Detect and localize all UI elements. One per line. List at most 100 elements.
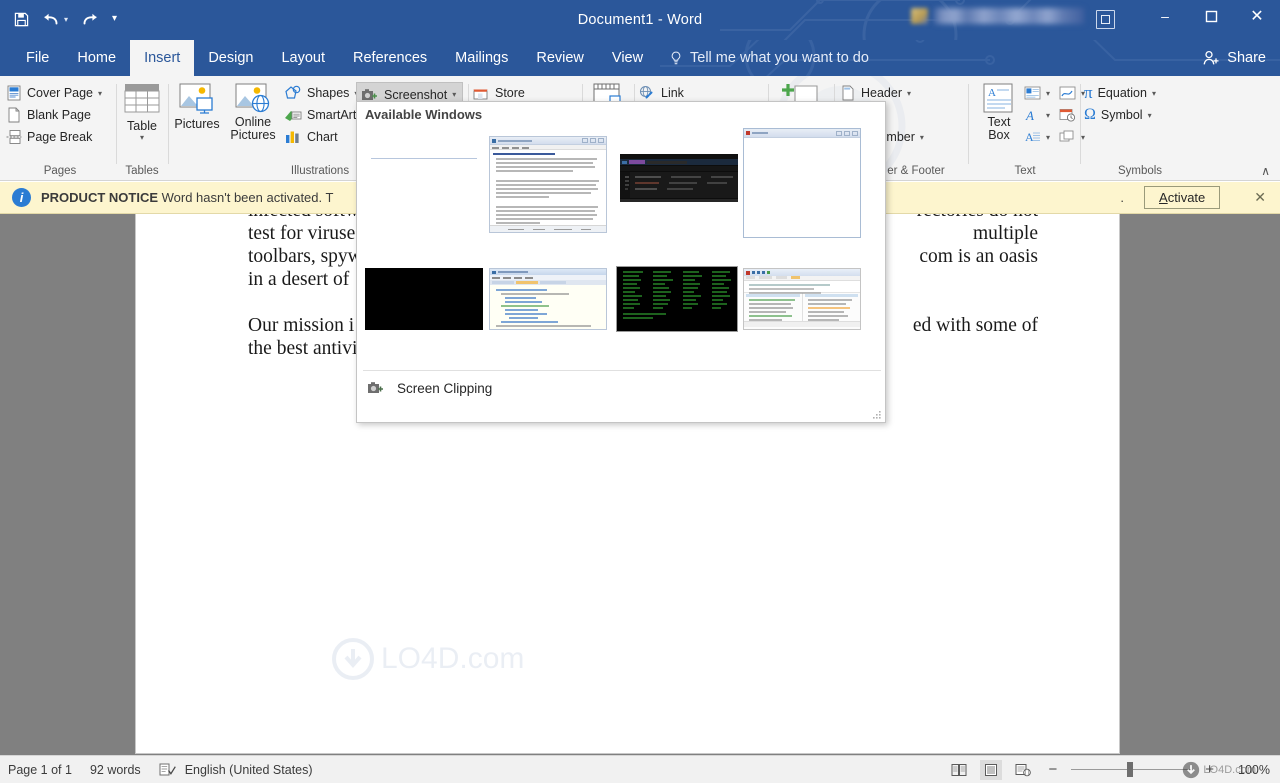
- equation-label: Equation: [1098, 86, 1147, 100]
- pi-icon: π: [1084, 83, 1093, 103]
- header-caret[interactable]: ▾: [907, 89, 911, 98]
- smartart-icon: [284, 107, 302, 123]
- ribbon-tabs: File Home Insert Design Layout Reference…: [12, 40, 657, 76]
- zoom-out-button[interactable]: −: [1044, 761, 1061, 778]
- activate-button[interactable]: Activate: [1144, 186, 1220, 209]
- available-windows-thumbnails: [357, 128, 885, 368]
- quick-parts-button[interactable]: ▾ ▾: [1022, 82, 1085, 104]
- save-button[interactable]: [14, 8, 29, 30]
- avatar: [911, 8, 928, 24]
- page-break-button[interactable]: Page Break: [4, 126, 116, 148]
- window-thumb-black-console[interactable]: [365, 268, 483, 330]
- ribbon-group-text: A Text Box ▾: [970, 76, 1080, 181]
- quick-parts-caret[interactable]: ▾: [1046, 89, 1050, 98]
- chart-button[interactable]: Chart: [282, 126, 358, 148]
- signature-line-icon: [1059, 86, 1076, 100]
- ribbon-group-tables: Table ▾ Tables: [118, 76, 166, 181]
- group-label-symbols: Symbols: [1082, 165, 1198, 177]
- smartart-button[interactable]: SmartArt: [282, 104, 358, 126]
- text-box-button[interactable]: A Text Box: [974, 76, 1024, 142]
- read-mode-button[interactable]: [948, 760, 970, 780]
- ribbon-group-symbols: π Equation ▾ Ω Symbol ▾ Symbols: [1082, 76, 1198, 181]
- cover-page-caret[interactable]: ▾: [98, 89, 102, 98]
- account-info[interactable]: [911, 8, 1084, 24]
- close-button[interactable]: ✕: [1234, 0, 1280, 32]
- redo-icon: [81, 11, 99, 27]
- product-notice-message-tail: .: [1120, 190, 1124, 205]
- doc-line-2a: test for viruse: [248, 223, 355, 244]
- symbol-caret[interactable]: ▾: [1148, 111, 1152, 120]
- text-box-icon: A: [981, 82, 1017, 116]
- window-thumb-dark-explorer[interactable]: [620, 154, 738, 202]
- zoom-slider-thumb[interactable]: [1127, 762, 1133, 777]
- activate-rest: ctivate: [1168, 190, 1206, 205]
- maximize-button[interactable]: [1188, 0, 1234, 32]
- table-button[interactable]: Table ▾: [118, 76, 166, 142]
- close-notice-button[interactable]: ✕: [1250, 189, 1270, 206]
- page-indicator[interactable]: Page 1 of 1: [8, 763, 72, 777]
- share-button[interactable]: Share: [1203, 40, 1266, 76]
- equation-button[interactable]: π Equation ▾: [1082, 82, 1198, 104]
- cover-page-icon: [6, 85, 22, 101]
- doc-line-6a: the best antivi: [248, 338, 357, 359]
- drop-cap-button[interactable]: A ▾ ▾: [1022, 126, 1085, 148]
- ribbon-display-options-icon[interactable]: [1096, 10, 1115, 29]
- minimize-button[interactable]: –: [1142, 0, 1188, 32]
- tab-references[interactable]: References: [339, 40, 441, 76]
- wordart-caret[interactable]: ▾: [1046, 111, 1050, 120]
- screenshot-caret[interactable]: ▾: [452, 90, 456, 99]
- tab-insert[interactable]: Insert: [130, 40, 194, 76]
- title-bar: ▾ ▾ Document1 - Word – ✕: [0, 0, 1280, 40]
- cover-page-button[interactable]: Cover Page ▾: [4, 82, 116, 104]
- table-caret[interactable]: ▾: [140, 133, 144, 142]
- window-thumb-blank-document[interactable]: [365, 132, 483, 224]
- online-pictures-button[interactable]: Online Pictures: [224, 76, 282, 142]
- tab-file[interactable]: File: [12, 40, 63, 76]
- page-number-caret[interactable]: ▾: [920, 133, 924, 142]
- window-thumb-green-terminal[interactable]: [616, 266, 738, 332]
- tab-mailings[interactable]: Mailings: [441, 40, 522, 76]
- smartart-label: SmartArt: [307, 108, 356, 122]
- collapse-ribbon-button[interactable]: ∧: [1261, 164, 1270, 178]
- tab-home[interactable]: Home: [63, 40, 130, 76]
- undo-icon: [42, 11, 60, 27]
- pictures-label: Pictures: [174, 118, 219, 131]
- quick-parts-icon: [1024, 86, 1041, 100]
- window-thumb-data-table-app[interactable]: [743, 268, 861, 330]
- wordart-button[interactable]: A ▾: [1022, 104, 1085, 126]
- customize-quick-access-toolbar-button[interactable]: ▾: [112, 8, 117, 30]
- undo-dropdown-caret[interactable]: ▾: [64, 15, 68, 24]
- lo4d-watermark: LO4D.com: [1182, 761, 1256, 779]
- resize-grip-icon[interactable]: [872, 410, 882, 420]
- print-layout-button[interactable]: [980, 760, 1002, 780]
- pictures-icon: [178, 82, 216, 116]
- table-icon: [123, 82, 161, 118]
- drop-cap-caret[interactable]: ▾: [1046, 133, 1050, 142]
- window-thumb-code-editor[interactable]: [489, 268, 607, 330]
- shapes-button[interactable]: Shapes ▾: [282, 82, 358, 104]
- web-layout-button[interactable]: [1012, 760, 1034, 780]
- pictures-button[interactable]: Pictures: [170, 76, 224, 131]
- screen-clipping-menu-item[interactable]: Screen Clipping: [357, 371, 885, 405]
- language-indicator[interactable]: English (United States): [185, 763, 313, 777]
- blank-page-button[interactable]: Blank Page: [4, 104, 116, 126]
- tab-view[interactable]: View: [598, 40, 657, 76]
- window-thumb-notepad-readme[interactable]: [489, 136, 607, 233]
- redo-button[interactable]: [81, 8, 99, 30]
- tab-layout[interactable]: Layout: [267, 40, 339, 76]
- lightbulb-icon: [670, 51, 682, 66]
- tab-design[interactable]: Design: [194, 40, 267, 76]
- group-label-tables: Tables: [118, 165, 166, 177]
- tell-me-search[interactable]: Tell me what you want to do: [670, 40, 869, 76]
- equation-caret[interactable]: ▾: [1152, 89, 1156, 98]
- tab-review[interactable]: Review: [522, 40, 598, 76]
- symbol-button[interactable]: Ω Symbol ▾: [1082, 104, 1198, 126]
- zoom-slider[interactable]: [1071, 769, 1191, 770]
- undo-button[interactable]: [42, 8, 60, 30]
- doc-line-3b: com is an oasis: [919, 245, 1038, 268]
- page-break-icon: [6, 129, 22, 145]
- text-box-label-line2: Box: [988, 129, 1010, 142]
- spellcheck-icon[interactable]: [159, 762, 177, 777]
- word-count[interactable]: 92 words: [90, 763, 141, 777]
- window-thumb-empty-app[interactable]: [743, 128, 861, 238]
